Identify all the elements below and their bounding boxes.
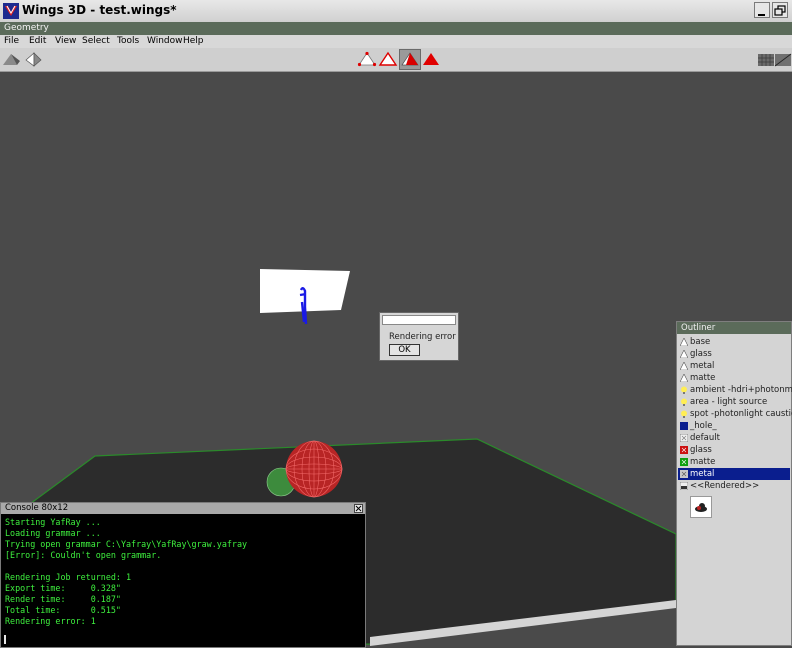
text-cursor[interactable]: [4, 635, 6, 644]
outliner-item-label: ambient -hdri+photonmap: [690, 385, 792, 395]
ok-button[interactable]: OK: [389, 344, 420, 356]
dialog-message: Rendering error: [389, 332, 456, 342]
material-icon: [680, 434, 688, 442]
red-sphere: [285, 440, 343, 498]
menu-file[interactable]: File: [4, 35, 19, 48]
outliner-item-base[interactable]: base: [678, 336, 790, 348]
outliner-item-ambient[interactable]: ambient -hdri+photonmap: [678, 384, 792, 396]
light-icon: [680, 338, 688, 346]
material-icon: [680, 470, 688, 478]
outliner-item-label: default: [690, 433, 720, 443]
rendered-image-thumbnail[interactable]: [690, 496, 712, 518]
menu-select[interactable]: Select: [82, 35, 110, 48]
dialog-title-bar[interactable]: [382, 315, 456, 325]
menu-edit[interactable]: Edit: [29, 35, 46, 48]
light-icon: [680, 350, 688, 358]
console-line: [Error]: Couldn't open grammar.: [5, 550, 162, 560]
light-icon: [680, 362, 688, 370]
image-icon: [680, 482, 688, 490]
restore-icon: [774, 5, 786, 16]
smooth-shading-icon[interactable]: [2, 50, 22, 69]
outliner-title: Outliner: [677, 322, 791, 334]
console-line: Loading grammar ...: [5, 528, 101, 538]
edge-mode-icon[interactable]: [378, 50, 398, 69]
wings3d-app-icon[interactable]: [3, 3, 19, 19]
outliner-item-label: glass: [690, 445, 712, 455]
menu-help[interactable]: Help: [183, 35, 204, 48]
console-line: Export time: 0.328": [5, 583, 121, 593]
outliner-item-label: metal: [690, 469, 715, 479]
axes-icon[interactable]: [773, 50, 792, 69]
title-bar: Wings 3D - test.wings*: [0, 0, 792, 23]
outliner-item-label: matte: [690, 457, 716, 467]
outliner-item-matte-material[interactable]: matte: [678, 456, 790, 468]
outliner-item-label: metal: [690, 361, 715, 371]
outliner-item-label: _hole_: [690, 421, 717, 431]
outliner-item-hole[interactable]: _hole_: [678, 420, 790, 432]
geometry-label: Geometry: [4, 23, 49, 33]
console-title: Console 80x12: [1, 503, 365, 514]
material-icon: [680, 446, 688, 454]
console-line: Starting YafRay ...: [5, 517, 101, 527]
outliner-item-spot[interactable]: spot -photonlight caustic: [678, 408, 792, 420]
window-title: Wings 3D - test.wings*: [22, 3, 177, 17]
bulb-icon: [681, 398, 687, 406]
minimize-icon: [758, 14, 765, 16]
material-icon: [680, 458, 688, 466]
console-close-button[interactable]: [354, 504, 363, 513]
flat-shading-icon[interactable]: [24, 50, 44, 69]
outliner-item-label: <<Rendered>>: [690, 481, 760, 491]
bulb-icon: [681, 410, 687, 418]
geometry-window-header: Geometry: [0, 22, 792, 35]
bulb-icon: [681, 386, 687, 394]
menu-view[interactable]: View: [55, 35, 76, 48]
face-mode-icon: [401, 52, 419, 66]
material-icon: [680, 422, 688, 430]
rendering-error-dialog: Rendering error OK: [379, 312, 459, 361]
minimize-button[interactable]: [754, 2, 770, 18]
outliner-item-label: matte: [690, 373, 716, 383]
rendered-preview-icon: [695, 503, 707, 512]
toolbar: [0, 48, 792, 72]
console-line: Rendering Job returned: 1: [5, 572, 132, 582]
outliner-item-label: glass: [690, 349, 712, 359]
outliner-item-matte[interactable]: matte: [678, 372, 790, 384]
face-mode-button[interactable]: [399, 49, 421, 70]
outliner-item-rendered[interactable]: <<Rendered>>: [678, 480, 790, 492]
outliner-item-label: area - light source: [690, 397, 768, 407]
outliner-item-label: base: [690, 337, 711, 347]
outliner-item-default[interactable]: default: [678, 432, 790, 444]
console-line: Rendering error: 1: [5, 616, 96, 626]
vertex-mode-icon[interactable]: [357, 50, 377, 69]
outliner-item-glass[interactable]: glass: [678, 348, 790, 360]
outliner-item-area[interactable]: area - light source: [678, 396, 790, 408]
console-line: Trying open grammar C:\Yafray\YafRay\gra…: [5, 539, 248, 549]
light-icon: [680, 374, 688, 382]
menu-tools[interactable]: Tools: [117, 35, 139, 48]
console-line: Total time: 0.515": [5, 605, 121, 615]
maximize-button[interactable]: [772, 2, 788, 18]
close-icon: [355, 505, 362, 512]
outliner-item-glass-material[interactable]: glass: [678, 444, 790, 456]
outliner-panel: Outliner base glass metal matte ambient …: [676, 321, 792, 646]
console-window: Console 80x12 Starting YafRay ... Loadin…: [0, 502, 366, 648]
menu-window[interactable]: Window: [147, 35, 183, 48]
outliner-item-metal-material[interactable]: metal: [678, 468, 790, 480]
console-line: Render time: 0.187": [5, 594, 121, 604]
outliner-item-metal[interactable]: metal: [678, 360, 790, 372]
menu-bar: File Edit View Select Tools Window Help: [0, 35, 792, 48]
outliner-item-label: spot -photonlight caustic: [690, 409, 792, 419]
body-mode-icon[interactable]: [421, 50, 441, 69]
